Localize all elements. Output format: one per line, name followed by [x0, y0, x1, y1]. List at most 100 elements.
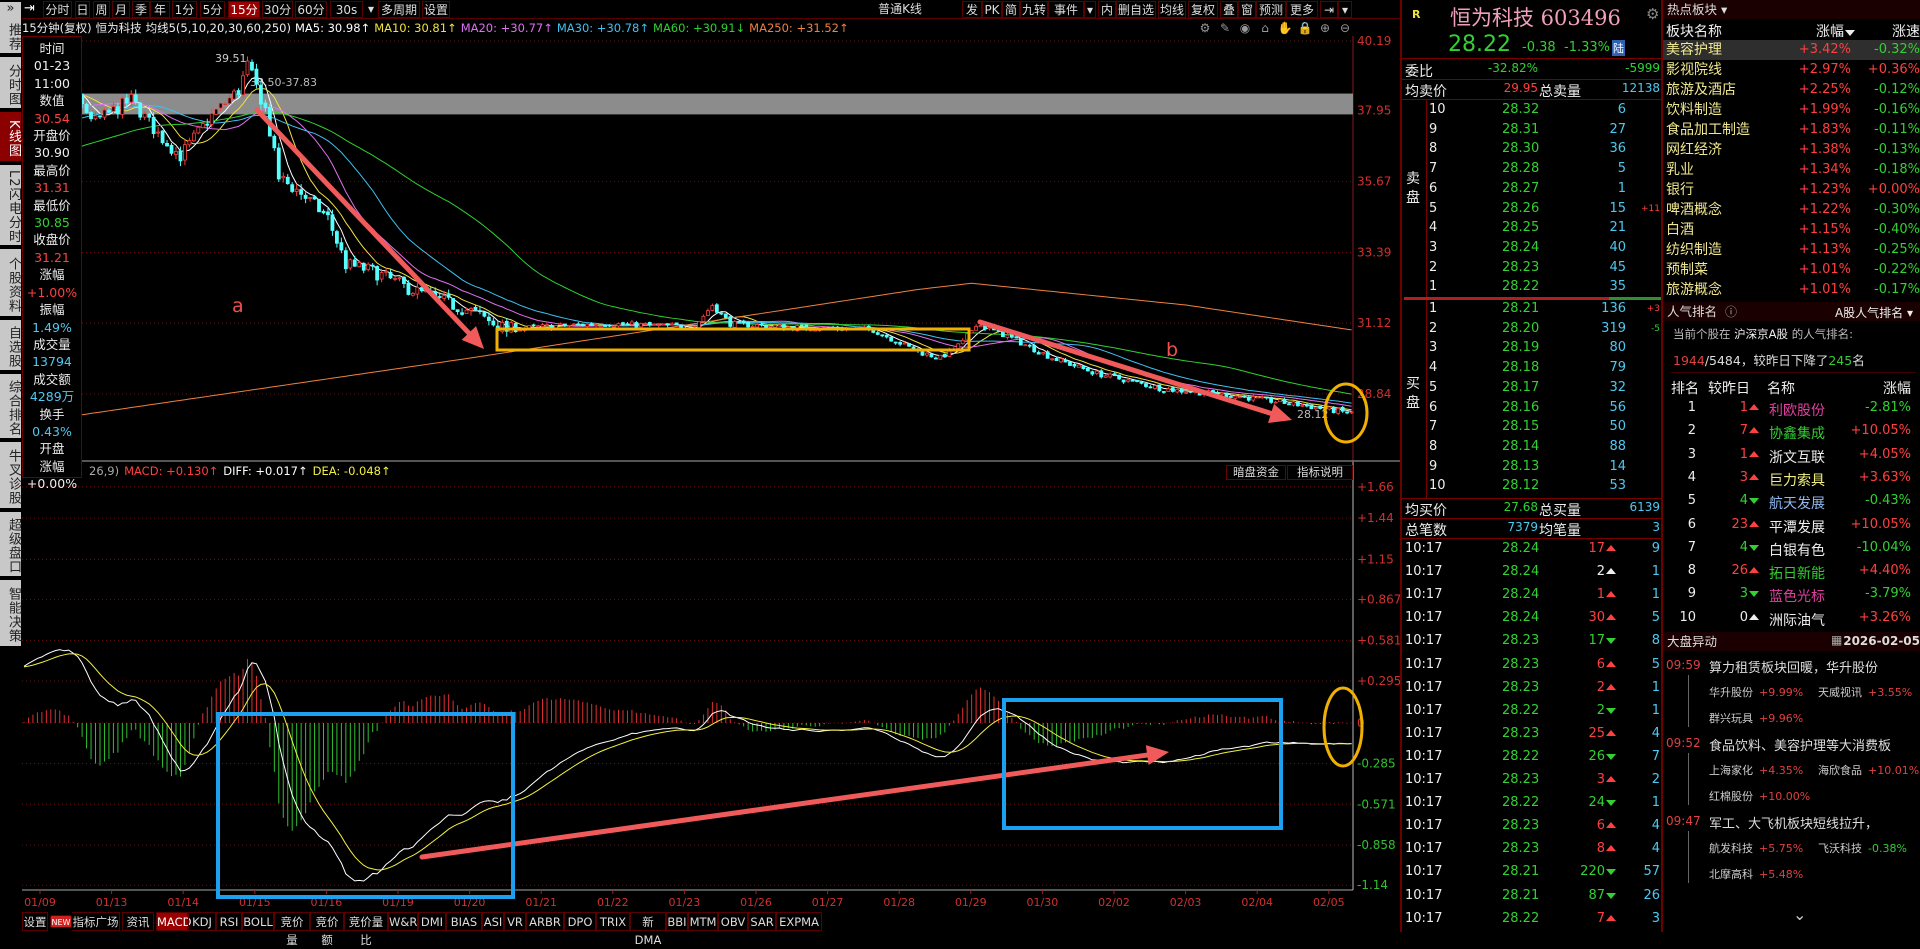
- popularity-row[interactable]: 4 3 巨力索具 +3.63%: [1663, 470, 1920, 492]
- dark-fund-button[interactable]: 暗盘资金: [1226, 465, 1286, 480]
- bid-row[interactable]: 2 28.20 319 -5: [1402, 321, 1661, 340]
- popularity-row[interactable]: 1 1 利欧股份 -2.81%: [1663, 400, 1920, 422]
- ask-row[interactable]: 9 28.31 27: [1402, 122, 1661, 141]
- period-tab-11[interactable]: 30s: [330, 1, 363, 18]
- sidebar-tab-3[interactable]: L2闪电分时: [0, 165, 21, 247]
- period-tab-6[interactable]: 1分: [172, 1, 197, 18]
- period-tab-5[interactable]: 年: [150, 1, 170, 18]
- gear-icon[interactable]: ⚙: [1197, 21, 1213, 35]
- sidebar-expand-icon[interactable]: »: [0, 2, 21, 16]
- toolbar-button-11[interactable]: 窗: [1238, 1, 1256, 18]
- scroll-more-icon[interactable]: ⌄: [1793, 905, 1806, 924]
- pen-icon[interactable]: ✎: [1217, 21, 1233, 35]
- indicator-tab-vr[interactable]: VR: [504, 912, 526, 931]
- toolbar-button-1[interactable]: PK: [982, 1, 1002, 18]
- popularity-row[interactable]: 10 0 洲际油气 +3.26%: [1663, 610, 1920, 632]
- indicator-tab-竞价量[interactable]: 竞价量: [274, 912, 310, 947]
- multi-period-button[interactable]: 多周期: [378, 1, 420, 18]
- period-tab-0[interactable]: 分时: [43, 1, 72, 18]
- toolbox-icon[interactable]: ⌂: [1257, 21, 1273, 35]
- move-stock[interactable]: 北摩高科 +5.48%: [1709, 866, 1803, 882]
- indicator-square-button[interactable]: 指标广场: [72, 912, 120, 931]
- popularity-row[interactable]: 8 26 拓日新能 +4.40%: [1663, 563, 1920, 585]
- indicator-tab-arbr[interactable]: ARBR: [526, 912, 564, 931]
- bid-row[interactable]: 3 28.19 80: [1402, 340, 1661, 359]
- ask-row[interactable]: 3 28.24 40: [1402, 240, 1661, 259]
- toolbar-button-3[interactable]: 九转: [1020, 1, 1048, 18]
- toolbar-button-9[interactable]: 复权: [1188, 1, 1218, 18]
- zoom-out-icon[interactable]: ⊖: [1337, 21, 1353, 35]
- expand-arrow-icon[interactable]: ⇥: [24, 1, 42, 16]
- ask-row[interactable]: 8 28.30 36: [1402, 141, 1661, 160]
- bid-row[interactable]: 7 28.15 50: [1402, 419, 1661, 438]
- toolbar-button-8[interactable]: 均线: [1158, 1, 1186, 18]
- move-headline[interactable]: 食品饮料、美容护理等大消费板: [1709, 735, 1920, 754]
- indicator-tab-sar[interactable]: SAR: [748, 912, 776, 931]
- settings-button[interactable]: 设置: [422, 1, 450, 18]
- period-tab-2[interactable]: 周: [93, 1, 110, 18]
- indicator-settings-button[interactable]: 设置: [22, 912, 48, 931]
- bid-row[interactable]: 6 28.16 56: [1402, 400, 1661, 419]
- indicator-tab-asi[interactable]: ASI: [482, 912, 504, 931]
- indicator-tab-w&r[interactable]: W&R: [388, 912, 418, 931]
- indicator-tab-obv[interactable]: OBV: [718, 912, 748, 931]
- sector-row[interactable]: 啤酒概念 +1.22% -0.30%: [1663, 200, 1920, 220]
- toolbar-button-0[interactable]: 发: [962, 1, 982, 18]
- move-stock[interactable]: 群兴玩具 +9.96%: [1709, 710, 1803, 726]
- popularity-row[interactable]: 2 7 协鑫集成 +10.05%: [1663, 423, 1920, 445]
- toolbar-button-12[interactable]: 预测: [1256, 1, 1286, 18]
- sector-row[interactable]: 预制菜 +1.01% -0.22%: [1663, 260, 1920, 280]
- indicator-tab-boll[interactable]: BOLL: [242, 912, 274, 931]
- ask-row[interactable]: 7 28.28 5: [1402, 161, 1661, 180]
- bid-row[interactable]: 5 28.17 32: [1402, 380, 1661, 399]
- indicator-tab-bbi[interactable]: BBI: [666, 912, 688, 931]
- toolbar-button-13[interactable]: 更多: [1286, 1, 1318, 18]
- hand-icon[interactable]: ✋: [1277, 21, 1293, 35]
- period-tab-9[interactable]: 30分: [262, 1, 293, 18]
- hot-sectors-header[interactable]: 热点板块 ▾: [1663, 0, 1920, 19]
- toolbar-button-2[interactable]: 简: [1002, 1, 1020, 18]
- sector-row[interactable]: 网红经济 +1.38% -0.13%: [1663, 140, 1920, 160]
- sidebar-tab-6[interactable]: 综合排名: [0, 374, 21, 440]
- ask-row[interactable]: 1 28.22 35: [1402, 279, 1661, 298]
- ask-row[interactable]: 4 28.25 21: [1402, 220, 1661, 239]
- toolbar-button-6[interactable]: 内: [1098, 1, 1116, 18]
- bid-row[interactable]: 8 28.14 88: [1402, 439, 1661, 458]
- bid-row[interactable]: 9 28.13 14: [1402, 459, 1661, 478]
- ask-row[interactable]: 6 28.27 1: [1402, 181, 1661, 200]
- indicator-tab-macd[interactable]: MACD: [156, 912, 191, 931]
- period-tab-10[interactable]: 60分: [295, 1, 327, 18]
- popularity-row[interactable]: 9 3 蓝色光标 -3.79%: [1663, 586, 1920, 608]
- popularity-row[interactable]: 3 1 浙文互联 +4.05%: [1663, 447, 1920, 469]
- indicator-tab-dmi[interactable]: DMI: [418, 912, 446, 931]
- move-stock[interactable]: 上海家化 +4.35%: [1709, 762, 1803, 778]
- sidebar-tab-2[interactable]: K线图: [0, 112, 21, 163]
- popularity-row[interactable]: 7 4 白银有色 -10.04%: [1663, 540, 1920, 562]
- indicator-help-button[interactable]: 指标说明: [1287, 465, 1353, 480]
- bid-row[interactable]: 1 28.21 136 +3: [1402, 301, 1661, 320]
- lock-icon[interactable]: 🔒: [1297, 21, 1313, 35]
- eye-icon[interactable]: ◉: [1237, 21, 1253, 35]
- toolbar-button-10[interactable]: 叠: [1220, 1, 1238, 18]
- sidebar-tab-9[interactable]: 智能决策: [0, 580, 21, 648]
- move-stock[interactable]: 红棉股份 +10.00%: [1709, 788, 1810, 804]
- kline-type-select[interactable]: 普通K线: [860, 1, 940, 18]
- sector-row[interactable]: 饮料制造 +1.99% -0.16%: [1663, 100, 1920, 120]
- settings-icon[interactable]: ⚙: [1646, 5, 1659, 23]
- indicator-tab-dpo[interactable]: DPO: [564, 912, 596, 931]
- move-headline[interactable]: 军工、大飞机板块短线拉升，: [1709, 813, 1920, 832]
- indicator-tab-新dma[interactable]: 新DMA: [630, 912, 666, 947]
- sector-row[interactable]: 影视院线 +2.97% +0.36%: [1663, 60, 1920, 80]
- indicator-tab-竞价量比[interactable]: 竞价量比: [344, 912, 388, 947]
- indicator-tab-bias[interactable]: BIAS: [446, 912, 482, 931]
- period-tab-7[interactable]: 5分: [200, 1, 225, 18]
- bid-row[interactable]: 4 28.18 79: [1402, 360, 1661, 379]
- sector-row[interactable]: 银行 +1.23% +0.00%: [1663, 180, 1920, 200]
- toolbar-button-15[interactable]: ▾: [1338, 1, 1352, 18]
- indicator-tab-rsi[interactable]: RSI: [216, 912, 242, 931]
- indicator-tab-竞价额[interactable]: 竞价额: [310, 912, 344, 947]
- sector-row[interactable]: 旅游及酒店 +2.25% -0.12%: [1663, 80, 1920, 100]
- move-stock[interactable]: 天威视讯 +3.55%: [1818, 684, 1912, 700]
- move-stock[interactable]: 海欣食品 +10.01%: [1818, 762, 1919, 778]
- sector-row[interactable]: 食品加工制造 +1.83% -0.11%: [1663, 120, 1920, 140]
